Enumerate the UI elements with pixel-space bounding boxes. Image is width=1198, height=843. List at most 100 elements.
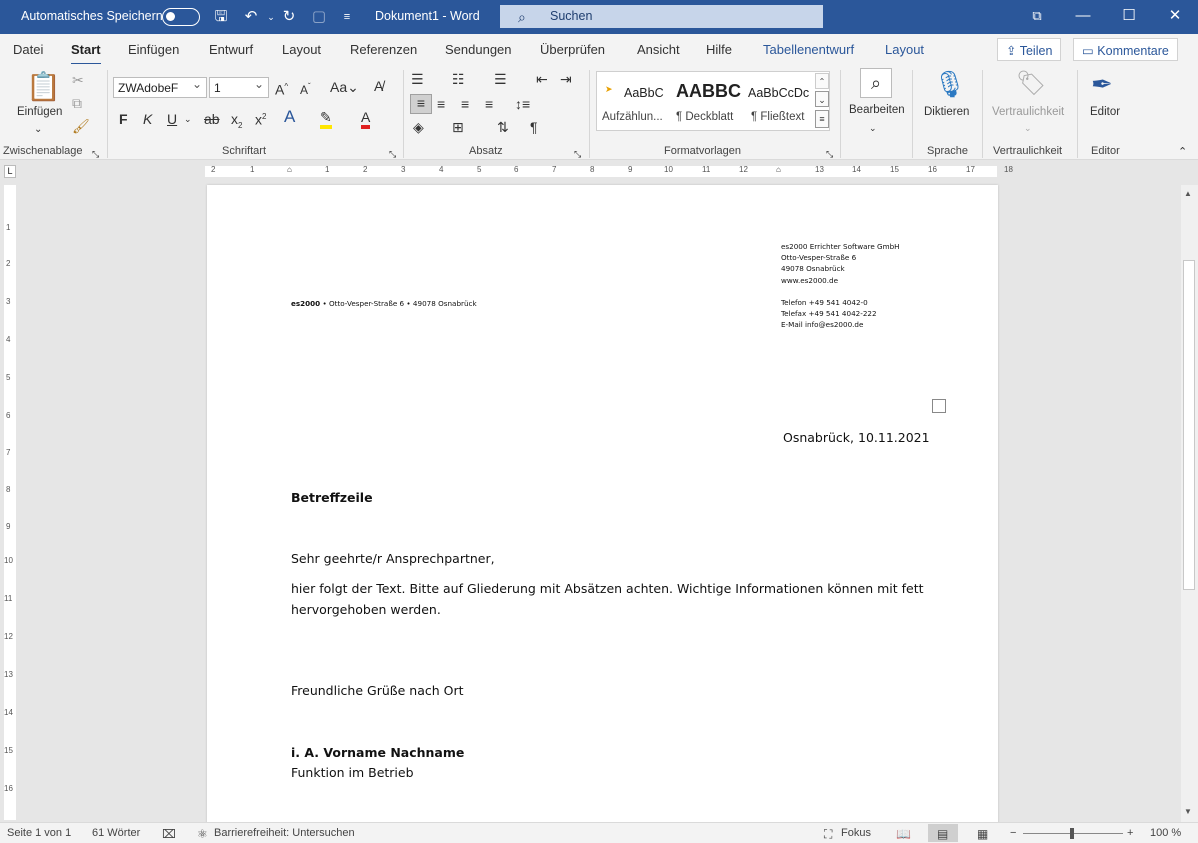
minimize-icon[interactable]: — — [1072, 6, 1094, 26]
align-center-icon[interactable]: ≡ — [437, 96, 445, 112]
redo-icon[interactable]: ↻ — [280, 8, 298, 26]
clear-formatting-icon[interactable]: A̸ — [374, 78, 383, 94]
ruler-right-indent-marker[interactable]: ⌂ — [776, 165, 781, 174]
underline-dropdown-icon[interactable]: ⌄ — [184, 111, 192, 127]
editing-dropdown-icon[interactable]: ⌄ — [869, 120, 877, 136]
borders-icon[interactable]: ⊞ — [452, 119, 464, 135]
numbering-icon[interactable]: ☷ — [452, 71, 465, 87]
strikethrough-icon[interactable]: ab — [204, 111, 220, 127]
zoom-level[interactable]: 100 % — [1150, 827, 1181, 839]
font-color-icon[interactable]: A — [361, 109, 371, 129]
decrease-indent-icon[interactable]: ⇤ — [536, 71, 548, 87]
sort-icon[interactable]: ⇅ — [497, 119, 509, 135]
comments-button[interactable]: ▭ Kommentare — [1073, 38, 1178, 61]
find-icon[interactable]: ⌕ — [860, 68, 892, 98]
line-spacing-icon[interactable]: ↕≡ — [515, 96, 530, 112]
shrink-font-icon[interactable]: Aˇ — [300, 79, 311, 98]
paste-dropdown-icon[interactable]: ⌄ — [34, 122, 42, 138]
style-preview-aufzaehlung[interactable]: AaBbC — [624, 86, 664, 100]
text-effects-icon[interactable]: A — [284, 108, 295, 125]
tab-ansicht[interactable]: Ansicht — [637, 42, 680, 57]
align-right-icon[interactable]: ≡ — [461, 96, 469, 112]
styles-scroll-down-icon[interactable]: ⌄ — [815, 91, 829, 107]
cut-icon[interactable]: ✂ — [72, 72, 84, 88]
superscript-icon[interactable]: x2 — [255, 109, 266, 128]
increase-indent-icon[interactable]: ⇥ — [560, 71, 572, 87]
search-box[interactable]: ⌕ Suchen — [500, 5, 823, 28]
customize-quick-access-icon[interactable]: ≡ — [338, 8, 356, 26]
close-icon[interactable]: ✕ — [1164, 6, 1186, 26]
web-layout-icon[interactable]: ▦ — [977, 827, 988, 841]
undo-dropdown-icon[interactable]: ⌄ — [262, 8, 280, 26]
format-painter-icon[interactable]: 🖌 — [72, 118, 90, 134]
bullets-icon[interactable]: ☰ — [411, 71, 424, 87]
font-size-combo[interactable]: 1 — [209, 77, 269, 98]
microphone-icon[interactable]: 🎙 — [933, 69, 966, 99]
tab-table-layout[interactable]: Layout — [885, 42, 924, 57]
accessibility-status[interactable]: Barrierefreiheit: Untersuchen — [214, 827, 355, 839]
highlight-icon[interactable]: ✎ — [320, 109, 332, 129]
sensitivity-label[interactable]: Vertraulichkeit — [992, 106, 1064, 118]
maximize-icon[interactable]: ☐ — [1118, 6, 1140, 26]
save-icon[interactable]: 🖫 — [212, 8, 230, 26]
tab-hilfe[interactable]: Hilfe — [706, 42, 732, 57]
style-name-deckblatt[interactable]: ¶ Deckblatt — [676, 111, 733, 123]
style-name-fliesstext[interactable]: ¶ Fließtext — [751, 111, 804, 123]
font-name-combo[interactable]: ZWAdobeF — [113, 77, 207, 98]
paste-icon[interactable]: 📋 — [26, 70, 61, 104]
touch-mode-icon[interactable]: ▢ — [310, 8, 328, 26]
dictate-label[interactable]: Diktieren — [924, 106, 969, 118]
scroll-up-icon[interactable]: ▲ — [1184, 189, 1192, 198]
shading-icon[interactable]: ◈ — [413, 119, 424, 135]
clipboard-launcher-icon[interactable]: ⤡ — [92, 146, 99, 162]
ruler-indent-marker[interactable]: ⌂ — [287, 165, 292, 174]
tab-layout[interactable]: Layout — [282, 42, 321, 57]
scroll-thumb[interactable] — [1183, 260, 1195, 590]
checkbox-placeholder[interactable] — [932, 399, 946, 413]
font-launcher-icon[interactable]: ⤡ — [389, 146, 396, 162]
accessibility-icon[interactable]: ⚛ — [197, 827, 208, 841]
align-left-icon[interactable]: ≡ — [410, 94, 432, 114]
document-page[interactable]: es2000 Errichter Software GmbH Otto-Vesp… — [207, 185, 998, 825]
justify-icon[interactable]: ≡ — [485, 96, 493, 112]
style-name-aufzaehlung[interactable]: Aufzählun... — [602, 111, 663, 123]
styles-launcher-icon[interactable]: ⤡ — [826, 146, 833, 162]
zoom-out-icon[interactable]: − — [1010, 827, 1016, 839]
grow-font-icon[interactable]: A^ — [275, 79, 288, 98]
multilevel-list-icon[interactable]: ☰ — [494, 71, 507, 87]
scroll-down-icon[interactable]: ▼ — [1184, 807, 1192, 816]
editor-icon[interactable]: ✒ — [1091, 69, 1113, 99]
sensitivity-icon[interactable]: 🏷 — [1016, 69, 1046, 99]
focus-icon[interactable]: ⛶ — [824, 827, 832, 842]
tab-referenzen[interactable]: Referenzen — [350, 42, 417, 57]
styles-more-icon[interactable]: ≡ — [815, 110, 829, 128]
share-button[interactable]: ⇪ Teilen — [997, 38, 1062, 61]
styles-scroll-up-icon[interactable]: ⌃ — [815, 73, 829, 89]
zoom-in-icon[interactable]: + — [1127, 827, 1133, 839]
autosave-toggle[interactable] — [162, 8, 200, 26]
underline-icon[interactable]: U — [167, 111, 177, 127]
tab-start[interactable]: Start — [71, 42, 101, 66]
copy-icon[interactable]: ⧉ — [72, 95, 82, 111]
tab-einfuegen[interactable]: Einfügen — [128, 42, 179, 57]
tab-ueberpruefen[interactable]: Überprüfen — [540, 42, 605, 57]
word-count[interactable]: 61 Wörter — [92, 827, 140, 839]
page-count[interactable]: Seite 1 von 1 — [7, 827, 71, 839]
tab-datei[interactable]: Datei — [13, 42, 43, 57]
subscript-icon[interactable]: x2 — [231, 111, 242, 134]
tab-tabellenentwurf[interactable]: Tabellenentwurf — [763, 42, 854, 57]
styles-gallery[interactable]: ➤ AaBbC AABBC AaBbCcDc Aufzählun... ¶ De… — [596, 71, 830, 131]
tab-entwurf[interactable]: Entwurf — [209, 42, 253, 57]
collapse-ribbon-icon[interactable]: ⌃ — [1178, 144, 1187, 160]
vertical-scrollbar[interactable]: ▲ ▼ — [1181, 185, 1198, 822]
change-case-icon[interactable]: Aa⌄ — [330, 79, 359, 95]
editing-label[interactable]: Bearbeiten — [849, 104, 905, 116]
vertical-ruler[interactable]: 1 2 3 4 5 6 7 8 9 10 11 12 13 14 15 16 — [4, 185, 16, 820]
paste-label[interactable]: Einfügen — [17, 106, 62, 118]
zoom-slider-thumb[interactable] — [1070, 828, 1074, 839]
horizontal-ruler[interactable]: 2 1 ⌂ 1 2 3 4 5 6 7 8 9 10 11 12 ⌂ 13 14… — [18, 164, 1180, 179]
sensitivity-dropdown-icon[interactable]: ⌄ — [1024, 120, 1032, 136]
bold-icon[interactable]: F — [119, 111, 128, 127]
read-mode-icon[interactable]: 📖 — [896, 827, 911, 841]
focus-label[interactable]: Fokus — [841, 827, 871, 839]
